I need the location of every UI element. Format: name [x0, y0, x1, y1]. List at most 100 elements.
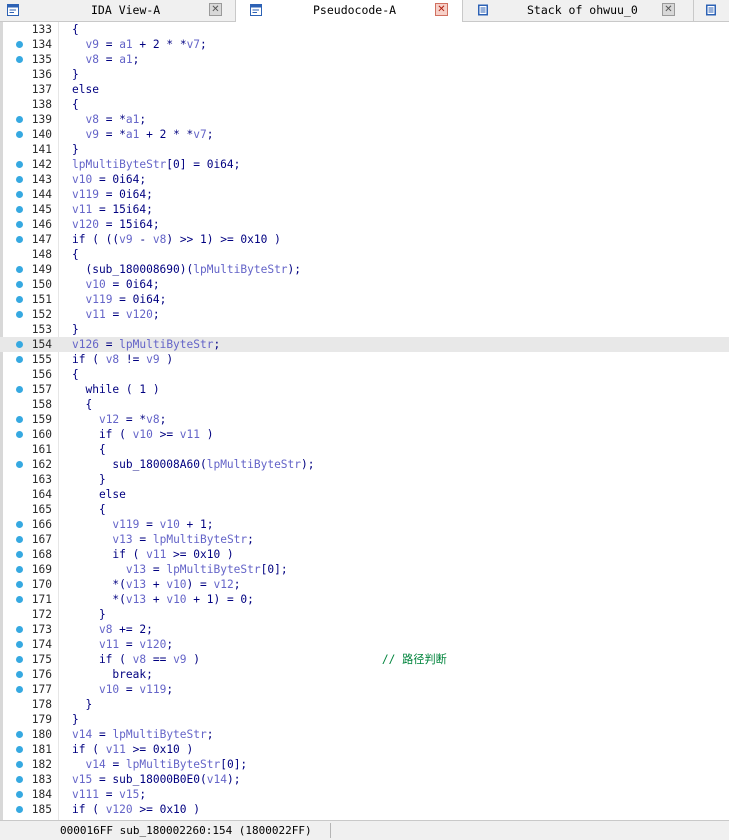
breakpoint-dot-icon[interactable] [16, 671, 23, 678]
breakpoint-dot-icon[interactable] [16, 116, 23, 123]
line-number: 166 [31, 518, 52, 531]
code-line[interactable]: 176 break; [0, 667, 729, 682]
code-line[interactable]: 139 v8 = *a1; [0, 112, 729, 127]
code-line[interactable]: 169 v13 = lpMultiByteStr[0]; [0, 562, 729, 577]
code-line[interactable]: 144 v119 = 0i64; [0, 187, 729, 202]
breakpoint-dot-icon[interactable] [16, 341, 23, 348]
code-line[interactable]: 174 v11 = v120; [0, 637, 729, 652]
code-line[interactable]: 146 v120 = 15i64; [0, 217, 729, 232]
breakpoint-dot-icon[interactable] [16, 731, 23, 738]
code-line[interactable]: 184 v111 = v15; [0, 787, 729, 802]
breakpoint-dot-icon[interactable] [16, 596, 23, 603]
breakpoint-dot-icon[interactable] [16, 641, 23, 648]
code-line[interactable]: 166 v119 = v10 + 1; [0, 517, 729, 532]
tab-pseudocode-a[interactable]: Pseudocode-A ✕ [236, 0, 463, 22]
code-line[interactable]: 150 v10 = 0i64; [0, 277, 729, 292]
code-line[interactable]: 178 } [0, 697, 729, 712]
code-line[interactable]: 148 { [0, 247, 729, 262]
breakpoint-dot-icon[interactable] [16, 806, 23, 813]
code-line[interactable]: 152 v11 = v120; [0, 307, 729, 322]
breakpoint-dot-icon[interactable] [16, 656, 23, 663]
breakpoint-dot-icon[interactable] [16, 311, 23, 318]
breakpoint-dot-icon[interactable] [16, 221, 23, 228]
code-line[interactable]: 153} [0, 322, 729, 337]
code-line[interactable]: 183 v15 = sub_18000B0E0(v14); [0, 772, 729, 787]
code-line[interactable]: 141} [0, 142, 729, 157]
code-line[interactable]: 182 v14 = lpMultiByteStr[0]; [0, 757, 729, 772]
breakpoint-dot-icon[interactable] [16, 746, 23, 753]
code-line[interactable]: 151 v119 = 0i64; [0, 292, 729, 307]
code-line[interactable]: 140 v9 = *a1 + 2 * *v7; [0, 127, 729, 142]
breakpoint-dot-icon[interactable] [16, 131, 23, 138]
code-line[interactable]: 137 else [0, 82, 729, 97]
code-line[interactable]: 149 (sub_180008690)(lpMultiByteStr); [0, 262, 729, 277]
code-line[interactable]: 160 if ( v10 >= v11 ) [0, 427, 729, 442]
code-line[interactable]: 172 } [0, 607, 729, 622]
code-line[interactable]: 158 { [0, 397, 729, 412]
breakpoint-dot-icon[interactable] [16, 626, 23, 633]
breakpoint-dot-icon[interactable] [16, 536, 23, 543]
tab-stack-of-ohwuu[interactable]: Stack of ohwuu_0 ✕ [463, 0, 694, 22]
code-line[interactable]: 145 v11 = 15i64; [0, 202, 729, 217]
code-line[interactable]: 142 lpMultiByteStr[0] = 0i64; [0, 157, 729, 172]
code-line[interactable]: 185 if ( v120 >= 0x10 ) [0, 802, 729, 817]
breakpoint-dot-icon[interactable] [16, 566, 23, 573]
code-line[interactable]: 175 if ( v8 == v9 ) // 路径判断 [0, 652, 729, 667]
code-line[interactable]: 138 { [0, 97, 729, 112]
breakpoint-dot-icon[interactable] [16, 431, 23, 438]
close-icon[interactable]: ✕ [662, 3, 675, 16]
breakpoint-dot-icon[interactable] [16, 206, 23, 213]
pseudocode-editor[interactable]: 133{134 v9 = a1 + 2 * *v7; 135 v8 = a1; 13… [0, 22, 729, 820]
code-line[interactable]: 162 sub_180008A60(lpMultiByteStr); [0, 457, 729, 472]
code-line[interactable]: 171 *(v13 + v10 + 1) = 0; [0, 592, 729, 607]
code-line[interactable]: 157 while ( 1 ) [0, 382, 729, 397]
code-line[interactable]: 180 v14 = lpMultiByteStr; [0, 727, 729, 742]
breakpoint-dot-icon[interactable] [16, 686, 23, 693]
code-line[interactable]: 143 v10 = 0i64; [0, 172, 729, 187]
breakpoint-dot-icon[interactable] [16, 41, 23, 48]
breakpoint-dot-icon[interactable] [16, 386, 23, 393]
breakpoint-dot-icon[interactable] [16, 776, 23, 783]
breakpoint-dot-icon[interactable] [16, 791, 23, 798]
breakpoint-dot-icon[interactable] [16, 281, 23, 288]
code-line[interactable]: 159 v12 = *v8; [0, 412, 729, 427]
breakpoint-dot-icon[interactable] [16, 266, 23, 273]
code-line[interactable]: 163 } [0, 472, 729, 487]
code-line[interactable]: 167 v13 = lpMultiByteStr; [0, 532, 729, 547]
code-line[interactable]: 134 v9 = a1 + 2 * *v7; [0, 37, 729, 52]
breakpoint-dot-icon[interactable] [16, 191, 23, 198]
code-line[interactable]: 173 v8 += 2; [0, 622, 729, 637]
code-line[interactable]: 154 v126 = lpMultiByteStr; [0, 337, 729, 352]
code-line[interactable]: 161 { [0, 442, 729, 457]
code-line[interactable]: 177 v10 = v119; [0, 682, 729, 697]
code-line[interactable]: 133 { [0, 22, 729, 37]
code-line[interactable]: 135 v8 = a1; [0, 52, 729, 67]
breakpoint-dot-icon[interactable] [16, 296, 23, 303]
breakpoint-dot-icon[interactable] [16, 761, 23, 768]
code-line[interactable]: 168 if ( v11 >= 0x10 ) [0, 547, 729, 562]
tab-ida-view-a[interactable]: IDA View-A ✕ [0, 0, 236, 22]
code-line[interactable]: 179} [0, 712, 729, 727]
code-line[interactable]: 136} [0, 67, 729, 82]
breakpoint-dot-icon[interactable] [16, 176, 23, 183]
code-line[interactable]: 155 if ( v8 != v9 ) [0, 352, 729, 367]
breakpoint-dot-icon[interactable] [16, 521, 23, 528]
close-icon[interactable]: ✕ [435, 3, 448, 16]
breakpoint-dot-icon[interactable] [16, 551, 23, 558]
code-line[interactable]: 147 if ( ((v9 - v8) >> 1) >= 0x10 ) [0, 232, 729, 247]
tab-overflow[interactable] [694, 0, 729, 22]
breakpoint-dot-icon[interactable] [16, 56, 23, 63]
code-line[interactable]: 164 else [0, 487, 729, 502]
breakpoint-dot-icon[interactable] [16, 581, 23, 588]
code-line[interactable]: 181 if ( v11 >= 0x10 ) [0, 742, 729, 757]
breakpoint-dot-icon[interactable] [16, 461, 23, 468]
code-text: sub_180008A60(lpMultiByteStr); [72, 458, 315, 471]
close-icon[interactable]: ✕ [209, 3, 222, 16]
code-line[interactable]: 170 *(v13 + v10) = v12; [0, 577, 729, 592]
breakpoint-dot-icon[interactable] [16, 161, 23, 168]
breakpoint-dot-icon[interactable] [16, 236, 23, 243]
breakpoint-dot-icon[interactable] [16, 416, 23, 423]
code-line[interactable]: 165 { [0, 502, 729, 517]
code-line[interactable]: 156 { [0, 367, 729, 382]
breakpoint-dot-icon[interactable] [16, 356, 23, 363]
